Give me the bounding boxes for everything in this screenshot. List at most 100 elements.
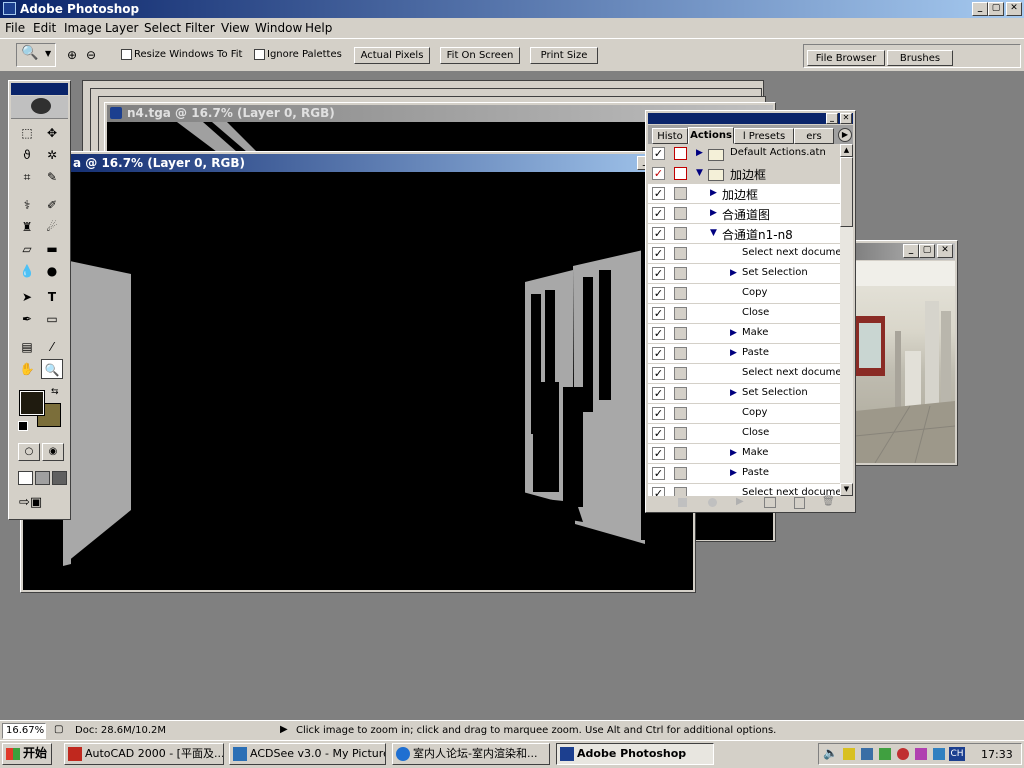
swap-colors-icon[interactable]: ⇆ bbox=[51, 387, 59, 397]
slice-tool-icon[interactable]: ✎ bbox=[41, 167, 63, 187]
dialog-toggle-icon[interactable] bbox=[674, 167, 687, 180]
tray-icon-6[interactable] bbox=[915, 748, 927, 760]
menu-edit[interactable]: Edit bbox=[33, 21, 56, 35]
print-size-button[interactable]: Print Size bbox=[530, 47, 598, 64]
menu-image[interactable]: Image bbox=[64, 21, 102, 35]
interior-render-image[interactable] bbox=[855, 261, 955, 463]
pen-tool-icon[interactable]: ✒ bbox=[16, 309, 38, 329]
action-toggle-checkbox[interactable]: ✓ bbox=[652, 427, 665, 440]
ignore-palettes-checkbox[interactable] bbox=[254, 49, 265, 60]
new-set-icon[interactable] bbox=[764, 497, 776, 508]
crop-tool-icon[interactable]: ⌗ bbox=[16, 167, 38, 187]
tray-icon-2[interactable] bbox=[843, 748, 855, 760]
history-brush-tool-icon[interactable]: ☄ bbox=[41, 217, 63, 237]
doc-window-front[interactable]: a @ 16.7% (Layer 0, RGB) _ bbox=[20, 151, 696, 593]
screen-mode-full-icon[interactable] bbox=[52, 471, 67, 485]
action-row[interactable]: ✓ Close bbox=[648, 304, 840, 324]
start-button[interactable]: 开始 bbox=[2, 743, 52, 765]
actions-scrollbar[interactable]: ▲ ▼ bbox=[840, 144, 853, 496]
dialog-toggle-icon[interactable] bbox=[674, 267, 687, 280]
action-row[interactable]: ✓ Select next docume... bbox=[648, 484, 840, 496]
default-colors-icon[interactable] bbox=[18, 421, 28, 431]
action-toggle-checkbox[interactable]: ✓ bbox=[652, 287, 665, 300]
action-toggle-checkbox[interactable]: ✓ bbox=[652, 207, 665, 220]
action-row[interactable]: ✓ Select next docume... bbox=[648, 244, 840, 264]
menu-view[interactable]: View bbox=[221, 21, 249, 35]
taskbar-autocad[interactable]: AutoCAD 2000 - [平面及... bbox=[64, 743, 224, 765]
notes-tool-icon[interactable]: ▤ bbox=[16, 337, 38, 357]
action-toggle-checkbox[interactable]: ✓ bbox=[652, 407, 665, 420]
resize-windows-checkbox[interactable] bbox=[121, 49, 132, 60]
history-tab[interactable]: Histo bbox=[652, 128, 688, 144]
action-toggle-checkbox[interactable]: ✓ bbox=[652, 467, 665, 480]
expand-triangle-icon[interactable]: ▶ bbox=[730, 268, 737, 278]
tool-presets-tab[interactable]: l Presets bbox=[734, 128, 794, 144]
taskbar-acdsee[interactable]: ACDSee v3.0 - My Pictures bbox=[229, 743, 386, 765]
menu-layer[interactable]: Layer bbox=[105, 21, 138, 35]
action-row[interactable]: ✓ Select next docume... bbox=[648, 364, 840, 384]
new-action-icon[interactable] bbox=[794, 497, 805, 509]
dialog-toggle-icon[interactable] bbox=[674, 227, 687, 240]
expand-triangle-icon[interactable]: ▶ bbox=[730, 468, 737, 478]
menu-select[interactable]: Select bbox=[144, 21, 181, 35]
play-icon[interactable]: ▶ bbox=[736, 496, 744, 507]
zoom-field[interactable]: 16.67% bbox=[2, 723, 46, 739]
close-button[interactable]: ✕ bbox=[1006, 2, 1022, 16]
dialog-toggle-icon[interactable] bbox=[674, 347, 687, 360]
dialog-toggle-icon[interactable] bbox=[674, 387, 687, 400]
stop-icon[interactable] bbox=[678, 498, 687, 507]
scroll-up-button[interactable]: ▲ bbox=[840, 144, 853, 157]
menu-help[interactable]: Help bbox=[305, 21, 332, 35]
tray-icon-7[interactable] bbox=[933, 748, 945, 760]
action-toggle-checkbox[interactable]: ✓ bbox=[652, 487, 665, 496]
delete-icon[interactable]: 🗑 bbox=[822, 496, 835, 507]
scroll-down-button[interactable]: ▼ bbox=[840, 483, 853, 496]
dialog-toggle-icon[interactable] bbox=[674, 447, 687, 460]
healing-brush-tool-icon[interactable]: ⚕ bbox=[16, 195, 38, 215]
action-toggle-checkbox[interactable]: ✓ bbox=[652, 227, 665, 240]
dodge-tool-icon[interactable]: ● bbox=[41, 261, 63, 281]
action-toggle-checkbox[interactable]: ✓ bbox=[652, 147, 665, 160]
action-toggle-checkbox[interactable]: ✓ bbox=[652, 307, 665, 320]
dialog-toggle-icon[interactable] bbox=[674, 487, 687, 496]
fit-on-screen-button[interactable]: Fit On Screen bbox=[440, 47, 520, 64]
action-toggle-checkbox[interactable]: ✓ bbox=[652, 247, 665, 260]
action-row[interactable]: ✓ ▶ Default Actions.atn bbox=[648, 144, 840, 164]
tray-icon-5[interactable] bbox=[897, 748, 909, 760]
eraser-tool-icon[interactable]: ▱ bbox=[16, 239, 38, 259]
action-row[interactable]: ✓ ▶ 合通道图 bbox=[648, 204, 840, 224]
scroll-thumb[interactable] bbox=[840, 157, 853, 227]
minimize-button[interactable]: _ bbox=[972, 2, 988, 16]
action-row[interactable]: ✓ ▶ Paste bbox=[648, 344, 840, 364]
standard-mode-button[interactable]: ○ bbox=[18, 443, 40, 461]
move-tool-icon[interactable]: ✥ bbox=[41, 123, 63, 143]
expand-triangle-icon[interactable]: ▶ bbox=[730, 328, 737, 338]
zoom-out-icon[interactable]: ⊖ bbox=[86, 48, 102, 64]
tool-preset-picker[interactable]: 🔍 ▼ bbox=[16, 43, 56, 67]
marquee-tool-icon[interactable]: ⬚ bbox=[16, 123, 38, 143]
zoom-tool-selected-icon[interactable]: 🔍 bbox=[41, 359, 63, 379]
foreground-color-swatch[interactable] bbox=[19, 390, 45, 416]
status-arrow-icon[interactable]: ▶ bbox=[280, 724, 288, 735]
zoom-in-icon[interactable]: ⊕ bbox=[67, 48, 83, 64]
action-toggle-checkbox[interactable]: ✓ bbox=[652, 187, 665, 200]
dialog-toggle-icon[interactable] bbox=[674, 247, 687, 260]
menu-filter[interactable]: Filter bbox=[185, 21, 215, 35]
dialog-toggle-icon[interactable] bbox=[674, 407, 687, 420]
layers-tab[interactable]: ers bbox=[794, 128, 834, 144]
brush-tool-icon[interactable]: ✐ bbox=[41, 195, 63, 215]
expand-triangle-icon[interactable]: ▶ bbox=[730, 448, 737, 458]
eyedropper-tool-icon[interactable]: ⁄ bbox=[41, 337, 63, 357]
action-row[interactable]: ✓ ▶ 加边框 bbox=[648, 184, 840, 204]
actions-tab[interactable]: Actions bbox=[688, 127, 734, 144]
action-toggle-checkbox[interactable]: ✓ bbox=[652, 267, 665, 280]
action-row[interactable]: ✓ ▶ Set Selection bbox=[648, 384, 840, 404]
blur-tool-icon[interactable]: 💧 bbox=[16, 261, 38, 281]
palette-menu-arrow-icon[interactable]: ▶ bbox=[838, 128, 852, 142]
type-tool-icon[interactable]: T bbox=[41, 287, 63, 307]
render-preview-window[interactable]: _ ▢ ✕ bbox=[852, 240, 958, 466]
expand-triangle-open-icon[interactable]: ▼ bbox=[696, 168, 703, 178]
taskbar-photoshop[interactable]: Adobe Photoshop bbox=[556, 743, 714, 765]
dialog-toggle-icon[interactable] bbox=[674, 187, 687, 200]
shape-tool-icon[interactable]: ▭ bbox=[41, 309, 63, 329]
